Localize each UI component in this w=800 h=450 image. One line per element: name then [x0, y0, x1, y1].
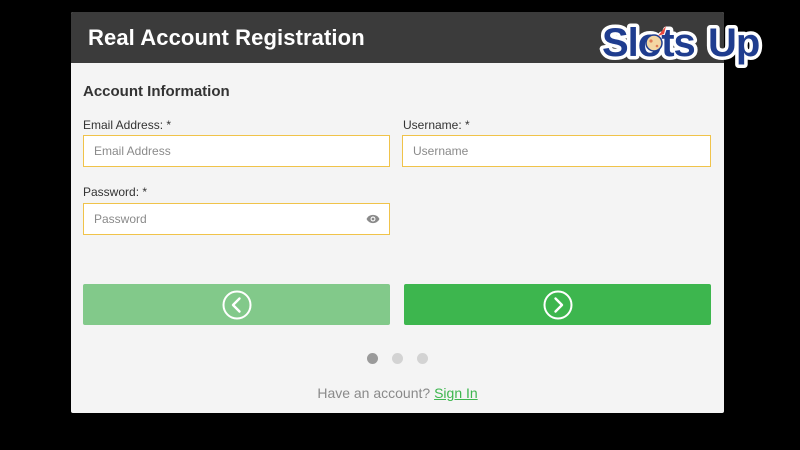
step-dot-3[interactable] — [417, 353, 428, 364]
logo-text-up: Up — [708, 21, 759, 65]
modal-title: Real Account Registration — [88, 24, 365, 50]
email-label: Email Address: * — [83, 118, 172, 132]
username-field-wrapper — [402, 135, 711, 167]
page: Real Account Registration Account Inform… — [0, 0, 800, 450]
eye-icon[interactable] — [366, 213, 380, 225]
chevron-left-circle-icon — [222, 290, 251, 319]
next-step-button[interactable] — [404, 284, 711, 325]
previous-step-button[interactable] — [83, 284, 390, 325]
step-dot-2[interactable] — [392, 353, 403, 364]
password-field[interactable] — [84, 204, 389, 234]
section-title: Account Information — [83, 83, 230, 100]
password-field-wrapper — [83, 203, 390, 235]
username-label: Username: * — [403, 118, 470, 132]
email-field-wrapper — [83, 135, 390, 167]
slotsup-logo: Slots Up — [599, 18, 764, 69]
email-field[interactable] — [84, 136, 389, 166]
password-label: Password: * — [83, 185, 148, 199]
signin-row: Have an account? Sign In — [71, 385, 724, 401]
chevron-right-circle-icon — [543, 290, 572, 319]
step-dot-1[interactable] — [367, 353, 378, 364]
sign-in-link[interactable]: Sign In — [434, 385, 478, 401]
username-field[interactable] — [403, 136, 710, 166]
signin-prompt: Have an account? — [317, 385, 431, 401]
step-indicator — [367, 353, 428, 364]
registration-modal: Real Account Registration Account Inform… — [71, 12, 724, 413]
